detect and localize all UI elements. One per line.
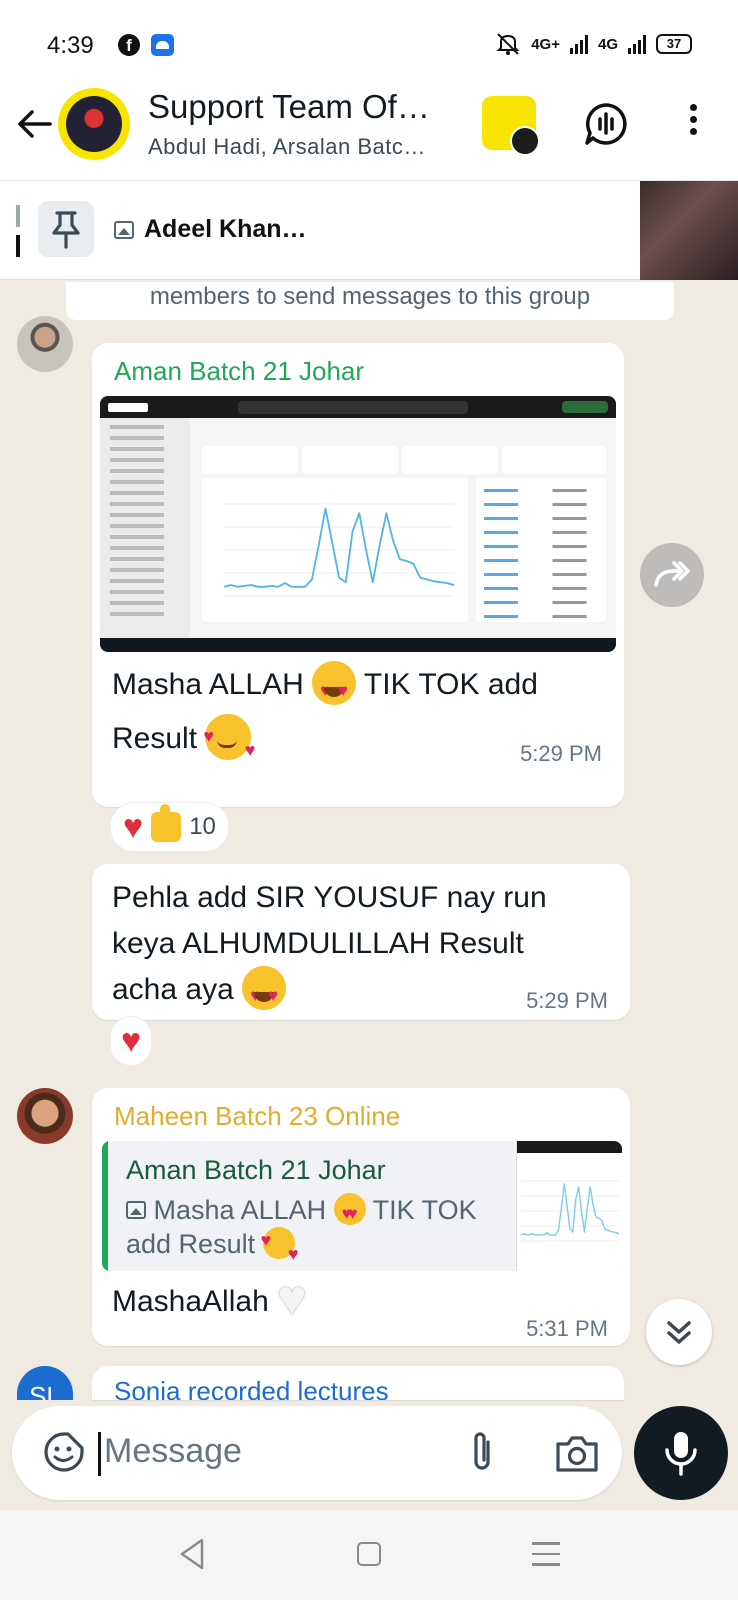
pinned-sender-label: Adeel Khan… — [144, 215, 307, 243]
nav-home-icon[interactable] — [357, 1542, 381, 1566]
pinned-indicator — [16, 205, 20, 257]
signal-2-icon — [628, 34, 646, 54]
group-avatar[interactable] — [58, 88, 130, 160]
pin-icon — [52, 211, 80, 249]
heart-reaction-icon: ♥ — [121, 1022, 142, 1060]
pin-icon-box — [38, 201, 94, 257]
pinned-message-bar[interactable]: Adeel Khan… — [0, 180, 738, 280]
pinned-message-preview: Adeel Khan… — [114, 215, 307, 244]
sender-avatar[interactable] — [17, 316, 73, 372]
battery-icon: 37 — [656, 34, 692, 54]
quoted-text: Masha ALLAH TIK TOK add Result — [126, 1192, 496, 1271]
sender-name[interactable]: Maheen Batch 23 Online — [114, 1101, 400, 1132]
thumbs-up-reaction-icon — [151, 804, 182, 842]
image-icon — [126, 1201, 146, 1219]
message-text: acha aya — [112, 964, 287, 1022]
double-chevron-down-icon — [667, 1321, 691, 1344]
message-bubble[interactable]: Maheen Batch 23 Online Aman Batch 21 Joh… — [92, 1088, 630, 1346]
heart-reaction-icon: ♥ — [123, 808, 144, 846]
voice-message-button[interactable] — [634, 1406, 728, 1500]
sales-series-line — [223, 507, 455, 588]
message-bubble[interactable]: Sonia recorded lectures — [92, 1366, 624, 1400]
facebook-notification-icon: f — [118, 34, 140, 56]
quoted-message[interactable]: Aman Batch 21 Johar Masha ALLAH TIK TOK … — [102, 1141, 622, 1271]
paperclip-icon[interactable] — [462, 1428, 502, 1476]
message-input-bar[interactable]: Message — [12, 1406, 622, 1500]
status-indicators: 4G+ 4G 37 — [495, 32, 692, 56]
signal-1-icon — [569, 34, 588, 54]
quoted-thumbnail-chart — [520, 1180, 620, 1242]
sales-chart — [202, 478, 468, 622]
microphone-icon — [665, 1432, 697, 1476]
sticker-emoji-icon[interactable] — [42, 1430, 86, 1474]
message-time: 5:31 PM — [526, 1316, 608, 1341]
kpi-card — [502, 446, 606, 474]
screenshot-taskbar — [100, 638, 616, 652]
message-text: keya ALHUMDULILLAH Result — [112, 927, 524, 960]
smiling-hearts-emoji — [203, 710, 255, 776]
system-navigation-bar — [0, 1510, 738, 1600]
message-time: 5:29 PM — [520, 741, 602, 766]
sender-avatar[interactable]: SL — [17, 1366, 73, 1400]
reactions-pill[interactable]: ♥ 10 — [110, 802, 229, 852]
message-input[interactable]: Message — [104, 1432, 242, 1471]
kpi-card — [302, 446, 398, 474]
pinned-thumbnail[interactable] — [640, 181, 738, 280]
message-text: Pehla add SIR YOUSUF nay run — [112, 881, 547, 914]
nav-recents-icon[interactable] — [532, 1542, 560, 1566]
status-bar: 4:39 f 4G+ 4G 37 — [0, 0, 738, 88]
reaction-count: 10 — [189, 813, 216, 840]
voice-chat-icon[interactable] — [584, 102, 628, 146]
kpi-card — [202, 446, 298, 474]
sales-series-line — [520, 1183, 620, 1236]
mute-bell-icon — [496, 33, 520, 55]
sender-name[interactable]: Sonia recorded lectures — [114, 1376, 389, 1400]
white-heart-emoji — [277, 1272, 321, 1324]
system-notice: members to send messages to this group — [66, 282, 674, 320]
sender-avatar[interactable] — [17, 1088, 73, 1144]
message-text: MashaAllah — [112, 1272, 321, 1328]
status-time: 4:39 — [47, 32, 94, 59]
smiling-hearts-emoji — [261, 1223, 299, 1271]
heart-eyes-emoji — [333, 1192, 366, 1231]
message-bubble[interactable]: Aman Batch 21 Johar Masha ALLAH TIK TOK … — [92, 343, 624, 807]
text-cursor — [98, 1432, 101, 1476]
group-members-subtitle[interactable]: Abdul Hadi, Arsalan Batc… — [148, 134, 426, 160]
heart-eyes-emoji — [312, 661, 357, 717]
message-time: 5:29 PM — [526, 988, 608, 1013]
network-type-2: 4G — [597, 35, 618, 53]
back-arrow-icon[interactable] — [14, 104, 54, 144]
chat-header: Support Team Of… Abdul Hadi, Arsalan Bat… — [0, 88, 738, 180]
forward-icon — [654, 561, 690, 587]
quoted-thumbnail — [516, 1141, 622, 1271]
community-icon[interactable] — [482, 96, 540, 156]
sales-line-chart — [223, 503, 455, 597]
quoted-sender: Aman Batch 21 Johar — [126, 1155, 386, 1185]
message-bubble[interactable]: Pehla add SIR YOUSUF nay run keya ALHUMD… — [92, 864, 630, 1022]
kpi-card — [402, 446, 498, 474]
screenshot-topbar — [100, 396, 616, 418]
scroll-to-bottom-button[interactable] — [646, 1299, 712, 1365]
image-icon — [114, 220, 134, 239]
forward-button[interactable] — [640, 543, 704, 607]
app-notification-icon — [151, 34, 174, 56]
camera-icon[interactable] — [554, 1432, 600, 1474]
quote-accent-bar — [102, 1141, 108, 1271]
sender-name[interactable]: Aman Batch 21 Johar — [114, 356, 364, 387]
more-options-icon[interactable] — [684, 104, 702, 142]
message-text: Result — [112, 710, 255, 776]
nav-back-icon[interactable] — [174, 1534, 210, 1574]
image-attachment[interactable] — [100, 396, 616, 652]
message-text: Masha ALLAH TIK TOK add — [112, 659, 538, 717]
group-title[interactable]: Support Team Of… — [148, 88, 430, 126]
network-type-1: 4G+ — [531, 35, 560, 53]
sales-breakdown-table — [476, 478, 606, 622]
screenshot-sidebar — [100, 418, 190, 644]
reactions-pill[interactable]: ♥ — [110, 1016, 153, 1066]
heart-eyes-emoji — [242, 966, 287, 1022]
